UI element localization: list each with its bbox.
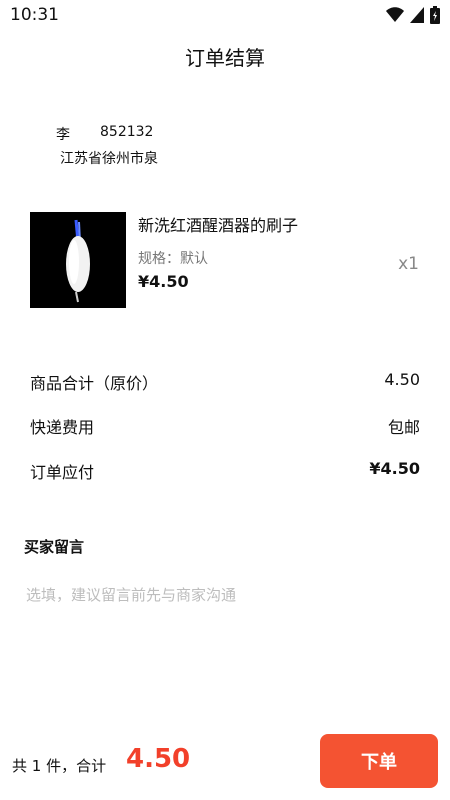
- subtotal-label: 商品合计（原价）: [30, 374, 159, 393]
- product-thumbnail: [30, 212, 126, 308]
- total-amount: 4.50: [126, 744, 191, 774]
- shipping-address[interactable]: 李 852132 江苏省徐州市泉: [56, 120, 276, 170]
- status-icons: [386, 6, 440, 24]
- shipping-label: 快递费用: [30, 418, 95, 437]
- checkout-bar: 共 1 件，合计 4.50 下单: [0, 728, 450, 800]
- wifi-icon: [386, 7, 404, 22]
- payable-row: 订单应付 ¥4.50: [30, 459, 420, 483]
- subtotal-value: 4.50: [384, 370, 420, 389]
- place-order-button[interactable]: 下单: [320, 734, 438, 788]
- recipient-name: 李: [56, 127, 70, 143]
- status-bar: 10:31: [0, 0, 450, 32]
- shipping-value: 包邮: [387, 418, 420, 437]
- total-count-text: 共 1 件，合计: [12, 757, 107, 775]
- signal-icon: [410, 7, 424, 23]
- payable-label: 订单应付: [30, 463, 95, 482]
- recipient-phone: 852132: [100, 124, 154, 140]
- product-price: ¥4.50: [138, 272, 189, 291]
- product-spec: 规格：默认: [138, 251, 208, 267]
- product-name: 新洗红酒醒酒器的刷子: [138, 216, 299, 235]
- shipping-row: 快递费用 包邮: [30, 414, 420, 438]
- buyer-message-label: 买家留言: [24, 538, 85, 556]
- product-quantity: x1: [398, 254, 419, 274]
- page-title: 订单结算: [185, 46, 265, 70]
- subtotal-row: 商品合计（原价） 4.50: [30, 370, 420, 394]
- buyer-message-input[interactable]: [24, 574, 428, 616]
- battery-icon: [430, 6, 440, 24]
- status-time: 10:31: [10, 5, 59, 25]
- brush-image-icon: [30, 212, 126, 308]
- product-item[interactable]: 新洗红酒醒酒器的刷子 规格：默认 ¥4.50 x1: [30, 212, 425, 312]
- payable-value: ¥4.50: [369, 459, 420, 478]
- address-line: 江苏省徐州市泉: [60, 151, 158, 167]
- privacy-blur: [176, 120, 276, 170]
